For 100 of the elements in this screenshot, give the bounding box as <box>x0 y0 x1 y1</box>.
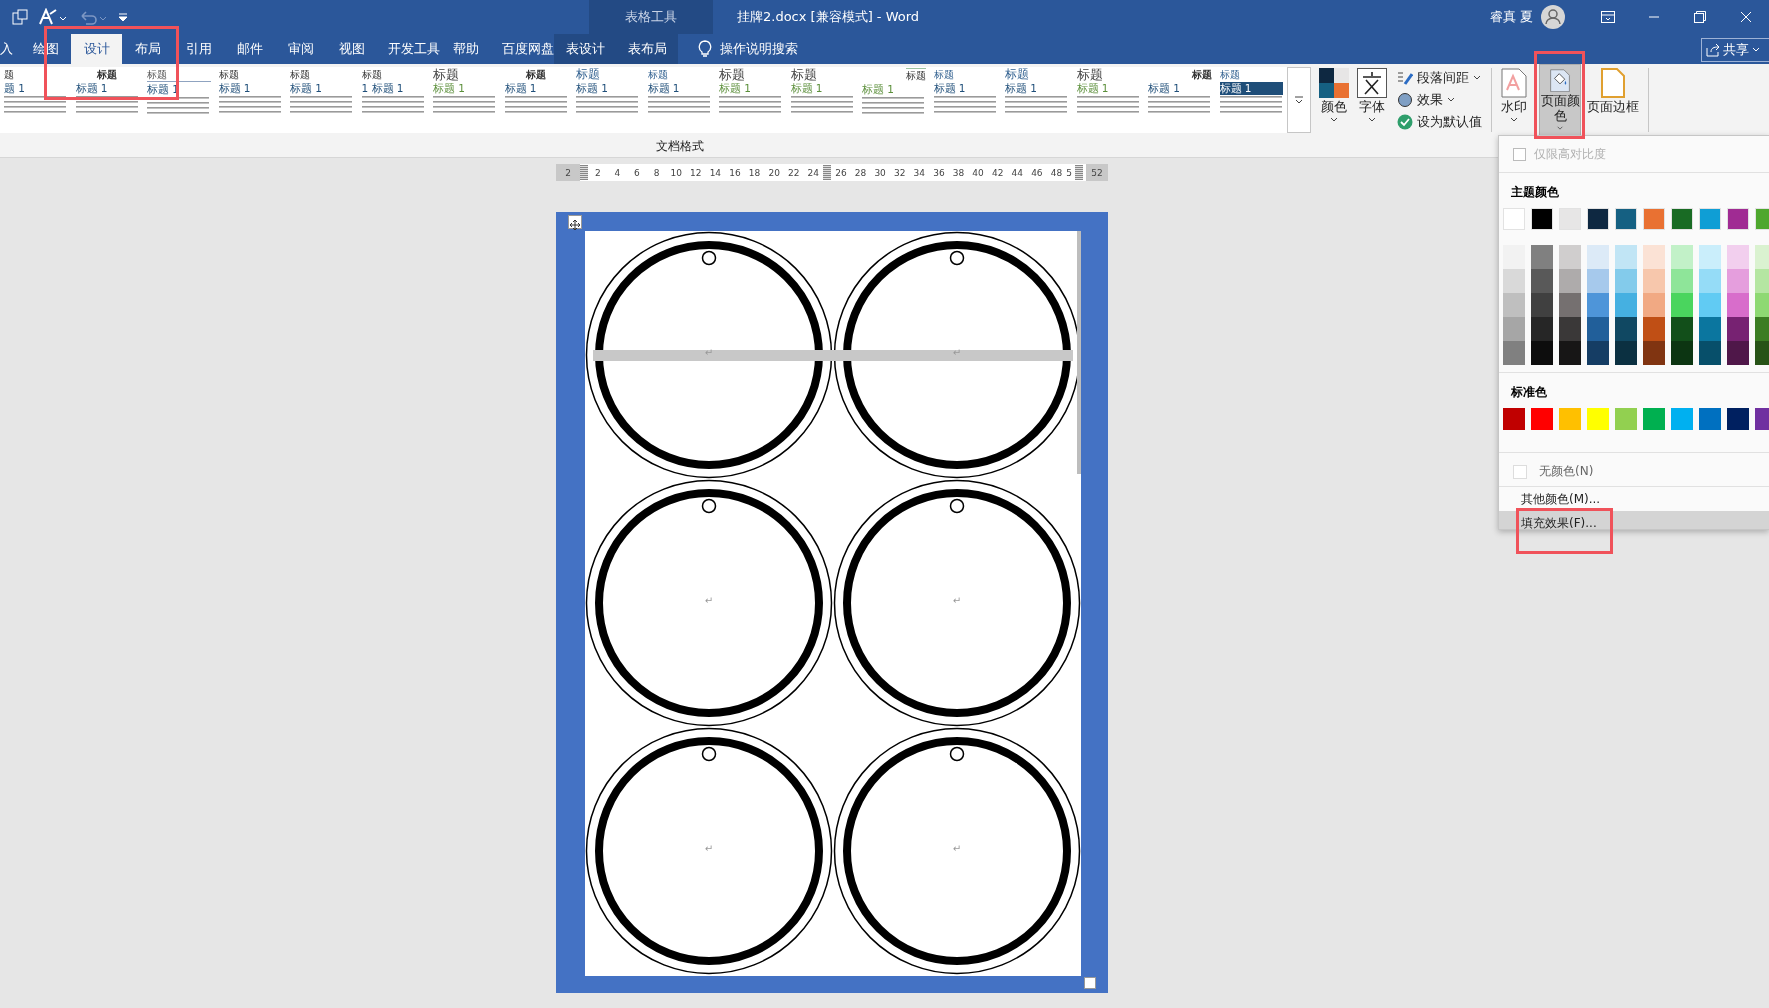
ribbon-tab[interactable]: 百度网盘 <box>491 34 554 64</box>
color-swatch[interactable] <box>1587 293 1609 317</box>
color-swatch[interactable] <box>1615 245 1637 269</box>
color-swatch[interactable] <box>1615 317 1637 341</box>
color-swatch[interactable] <box>1587 341 1609 365</box>
ribbon-tab[interactable]: 表设计 <box>554 34 616 64</box>
color-swatch[interactable] <box>1671 408 1693 430</box>
color-swatch[interactable] <box>1699 341 1721 365</box>
ribbon-tab[interactable]: 邮件 <box>224 34 275 64</box>
avatar-icon[interactable] <box>1541 5 1565 29</box>
menu-item[interactable]: 无颜色(N) <box>1499 457 1769 487</box>
gallery-more-button[interactable] <box>1287 67 1311 133</box>
color-swatch[interactable] <box>1587 245 1609 269</box>
color-swatch[interactable] <box>1699 408 1721 430</box>
color-swatch[interactable] <box>1699 269 1721 293</box>
color-swatch[interactable] <box>1643 317 1665 341</box>
column-marker[interactable] <box>823 165 832 180</box>
ribbon-tab[interactable]: 审阅 <box>275 34 326 64</box>
ribbon-display-icon[interactable] <box>1601 11 1615 23</box>
color-swatch[interactable] <box>1531 317 1553 341</box>
set-default-button[interactable]: 设为默认值 <box>1395 112 1484 132</box>
color-swatch[interactable] <box>1503 269 1525 293</box>
close-icon[interactable] <box>1740 11 1752 23</box>
table-move-handle[interactable] <box>568 215 582 229</box>
color-swatch[interactable] <box>1727 245 1749 269</box>
touch-mode-icon[interactable] <box>12 9 28 25</box>
color-swatch[interactable] <box>1587 317 1609 341</box>
ribbon-tab[interactable]: 入 <box>0 34 20 64</box>
color-swatch[interactable] <box>1727 269 1749 293</box>
color-swatch[interactable] <box>1671 293 1693 317</box>
color-swatch[interactable] <box>1615 293 1637 317</box>
window-title: 挂牌2.docx [兼容模式] - Word <box>737 8 920 26</box>
table-resize-handle[interactable] <box>1084 977 1096 989</box>
ribbon-tab[interactable]: 视图 <box>326 34 377 64</box>
share-button[interactable]: 共享 <box>1701 38 1769 62</box>
color-swatch[interactable] <box>1531 269 1553 293</box>
color-swatch[interactable] <box>1503 245 1525 269</box>
restore-icon[interactable] <box>1694 11 1706 23</box>
color-swatch[interactable] <box>1531 341 1553 365</box>
color-swatch[interactable] <box>1559 293 1581 317</box>
color-swatch[interactable] <box>1727 293 1749 317</box>
ribbon-tab[interactable]: 布局 <box>122 34 173 64</box>
color-swatch[interactable] <box>1727 341 1749 365</box>
ribbon-tab[interactable]: 设计 <box>71 34 122 64</box>
paragraph-spacing-button[interactable]: 段落间距 <box>1395 68 1484 88</box>
color-swatch[interactable] <box>1531 245 1553 269</box>
color-swatch[interactable] <box>1615 408 1637 430</box>
text-lines-drawing <box>290 96 352 114</box>
color-swatch[interactable] <box>1727 317 1749 341</box>
color-swatch[interactable] <box>1699 317 1721 341</box>
color-swatch[interactable] <box>1671 317 1693 341</box>
lightbulb-icon <box>698 40 712 58</box>
color-swatch[interactable] <box>1559 317 1581 341</box>
page-color-button[interactable]: 页面颜色 <box>1539 64 1581 136</box>
page-borders-button[interactable]: 页面边框 <box>1585 64 1641 136</box>
font-glyph-icon <box>1357 68 1387 98</box>
color-swatch[interactable] <box>1531 408 1553 430</box>
color-swatch[interactable] <box>1503 293 1525 317</box>
color-swatch[interactable] <box>1699 245 1721 269</box>
menu-item[interactable]: 填充效果(F)... <box>1499 511 1769 529</box>
user-name[interactable]: 睿真 夏 <box>1489 8 1533 26</box>
color-swatch[interactable] <box>1503 341 1525 365</box>
column-marker[interactable] <box>1075 165 1084 180</box>
color-swatch[interactable] <box>1615 269 1637 293</box>
menu-item[interactable]: 其他颜色(M)... <box>1499 487 1769 511</box>
color-swatch[interactable] <box>1643 408 1665 430</box>
colors-button[interactable]: 颜色 <box>1317 64 1351 136</box>
color-swatch[interactable] <box>1699 293 1721 317</box>
color-swatch[interactable] <box>1503 408 1525 430</box>
customize-icon[interactable] <box>118 12 128 22</box>
margin-marker[interactable] <box>580 165 588 180</box>
color-swatch[interactable] <box>1671 341 1693 365</box>
color-swatch[interactable] <box>1559 269 1581 293</box>
ruler-number: 2 <box>593 167 602 178</box>
color-swatch[interactable] <box>1643 269 1665 293</box>
color-swatch[interactable] <box>1503 317 1525 341</box>
format-painter-icon[interactable] <box>38 8 68 26</box>
color-swatch[interactable] <box>1615 341 1637 365</box>
color-swatch[interactable] <box>1643 293 1665 317</box>
undo-icon[interactable] <box>78 8 108 26</box>
ribbon-tab[interactable]: 引用 <box>173 34 224 64</box>
color-swatch[interactable] <box>1643 245 1665 269</box>
ribbon-tab[interactable]: 开发工具 <box>377 34 440 64</box>
color-swatch[interactable] <box>1671 269 1693 293</box>
color-swatch[interactable] <box>1671 245 1693 269</box>
ribbon-tab[interactable]: 绘图 <box>20 34 71 64</box>
ribbon-tab[interactable]: 帮助 <box>440 34 491 64</box>
ruler-number: 36 <box>932 167 946 178</box>
fonts-button[interactable]: 字体 <box>1355 64 1389 136</box>
effects-button[interactable]: 效果 <box>1395 90 1484 110</box>
color-swatch[interactable] <box>1531 293 1553 317</box>
color-swatch[interactable] <box>1727 408 1749 430</box>
tell-me-search[interactable]: 操作说明搜索 <box>692 34 804 64</box>
ribbon-tab[interactable]: 表布局 <box>616 34 678 64</box>
ruler-number: 20 <box>767 167 781 178</box>
color-swatch[interactable] <box>1643 341 1665 365</box>
color-swatch[interactable] <box>1587 269 1609 293</box>
watermark-button[interactable]: 水印 <box>1499 64 1529 136</box>
color-swatch[interactable] <box>1559 341 1581 365</box>
color-swatch[interactable] <box>1559 245 1581 269</box>
